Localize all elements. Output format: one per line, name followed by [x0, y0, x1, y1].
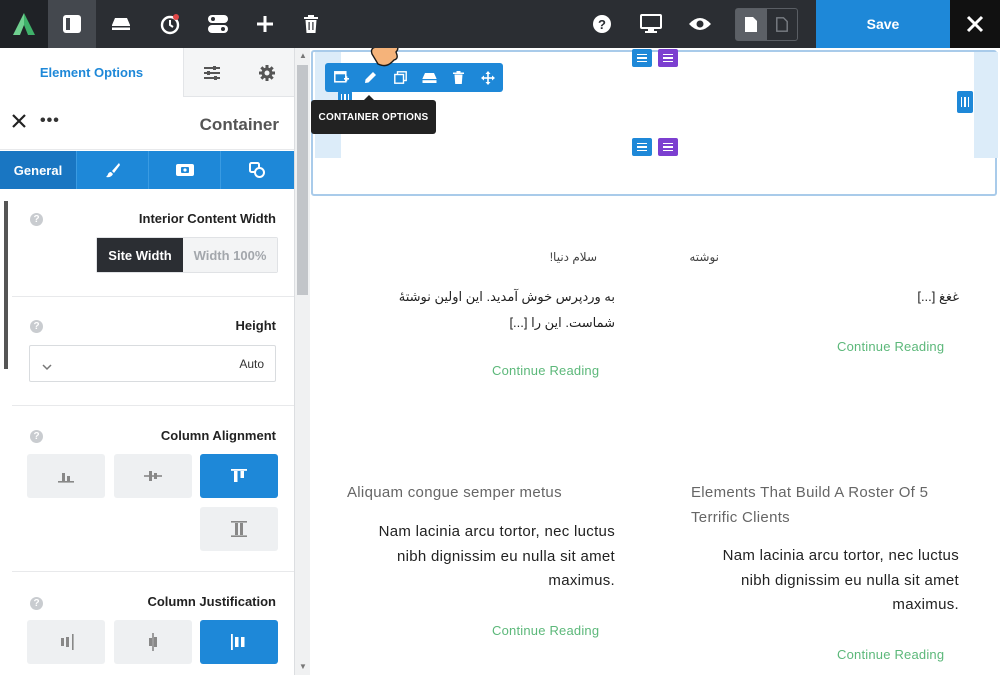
column-handle-icon[interactable]	[632, 138, 652, 156]
templates-icon[interactable]	[194, 0, 242, 48]
panel-scrollbar[interactable]: ▲ ▼	[294, 48, 310, 675]
continue-reading-link[interactable]: Continue Reading	[837, 339, 944, 354]
help-icon[interactable]: ?	[30, 430, 43, 443]
interior-content-width-option: ? Interior Content Width Site Width Widt…	[12, 189, 294, 297]
desktop-icon[interactable]	[627, 0, 675, 48]
post-excerpt: Nam lacinia arcu tortor, nec luctus nibh…	[378, 523, 615, 589]
breadcrumb: ••• Container	[0, 98, 294, 150]
gear-icon[interactable]	[239, 48, 294, 97]
align-stretch-button[interactable]	[200, 507, 278, 551]
top-toolbar: ? Save	[0, 0, 1000, 48]
row-handle-icon[interactable]	[658, 138, 678, 156]
container-options-tooltip: CONTAINER OPTIONS	[311, 100, 436, 134]
full-width-option[interactable]: Width 100%	[183, 238, 277, 272]
height-option: ? Height Auto	[12, 297, 294, 406]
more-options-icon[interactable]: •••	[40, 112, 60, 130]
tab-general[interactable]: General	[0, 151, 77, 189]
post-title[interactable]: Aliquam congue semper metus	[347, 480, 627, 505]
option-label: Height	[235, 318, 276, 333]
scroll-up-icon[interactable]: ▲	[298, 51, 308, 61]
history-icon[interactable]	[146, 0, 194, 48]
column-handle-icon[interactable]	[632, 49, 652, 67]
continue-reading-link[interactable]: Continue Reading	[837, 647, 944, 662]
post-title[interactable]: سلام دنیا!	[347, 250, 597, 264]
continue-reading-link[interactable]: Continue Reading	[492, 363, 599, 378]
extras-icon[interactable]	[221, 151, 293, 189]
align-bottom-button[interactable]	[27, 454, 105, 498]
chevron-down-icon	[42, 358, 52, 376]
close-panel-icon[interactable]	[12, 114, 26, 133]
page-outline-icon[interactable]	[767, 9, 798, 40]
scroll-indicator	[4, 201, 8, 369]
sliders-icon[interactable]	[184, 48, 239, 97]
page-canvas: CONTAINER OPTIONS سلام دنیا! به وردپرس خ…	[311, 48, 1000, 675]
post-excerpt: غغغ [...]	[917, 289, 959, 304]
width-toggle: Site Width Width 100%	[96, 237, 278, 273]
align-top-button[interactable]	[200, 454, 278, 498]
page-view-toggle	[735, 8, 798, 41]
option-label: Interior Content Width	[138, 211, 276, 226]
move-drag-icon[interactable]	[474, 63, 503, 92]
height-value: Auto	[239, 357, 264, 371]
container-toolbar	[325, 63, 503, 92]
scroll-thumb[interactable]	[297, 65, 308, 295]
trash-icon[interactable]	[287, 0, 335, 48]
justify-end-button[interactable]	[27, 620, 105, 664]
column-placeholder	[974, 52, 998, 158]
justify-center-button[interactable]	[114, 620, 192, 664]
add-icon[interactable]	[241, 0, 289, 48]
help-icon[interactable]: ?	[30, 320, 43, 333]
column-resize-icon[interactable]	[957, 91, 973, 113]
hand-pointer-icon	[366, 48, 408, 77]
close-icon[interactable]	[950, 0, 1000, 48]
option-label: Column Justification	[147, 594, 276, 609]
options-panel: Element Options ••• Container General ?	[0, 48, 294, 675]
option-label: Column Alignment	[160, 428, 276, 443]
justify-start-button[interactable]	[200, 620, 278, 664]
height-select[interactable]: Auto	[29, 345, 276, 382]
site-width-option[interactable]: Site Width	[97, 238, 183, 272]
save-button[interactable]: Save	[816, 0, 950, 48]
help-icon[interactable]: ?	[578, 0, 626, 48]
element-title: Container	[199, 115, 279, 134]
brush-icon[interactable]	[77, 151, 149, 189]
help-icon[interactable]: ?	[30, 597, 43, 610]
align-center-button[interactable]	[114, 454, 192, 498]
page-icon[interactable]	[736, 9, 767, 40]
post-title[interactable]: نوشته	[647, 250, 719, 264]
continue-reading-link[interactable]: Continue Reading	[492, 623, 599, 638]
post-excerpt: به وردپرس خوش آمدید. این اولین نوشتهٔ شم…	[398, 289, 615, 330]
scroll-down-icon[interactable]: ▼	[298, 662, 308, 672]
column-justification-option: ? Column Justification	[12, 572, 294, 675]
tab-element-options[interactable]: Element Options	[0, 48, 184, 97]
add-column-icon[interactable]	[327, 63, 356, 92]
post-excerpt: Nam lacinia arcu tortor, nec luctus nibh…	[722, 547, 959, 613]
panel-tabs: Element Options	[0, 48, 294, 97]
eye-icon[interactable]	[676, 0, 724, 48]
row-handle-icon[interactable]	[658, 49, 678, 67]
background-image-icon[interactable]	[149, 151, 221, 189]
layout-icon[interactable]	[48, 0, 96, 48]
post-title[interactable]: Elements That Build A Roster Of 5 Terrif…	[691, 480, 956, 530]
svg-text:?: ?	[598, 17, 606, 32]
option-subtabs: General	[0, 151, 294, 189]
options-list: ? Interior Content Width Site Width Widt…	[0, 189, 294, 675]
sections-icon[interactable]	[97, 0, 145, 48]
save-element-icon[interactable]	[415, 63, 444, 92]
column-alignment-option: ? Column Alignment	[12, 406, 294, 572]
delete-icon[interactable]	[444, 63, 473, 92]
help-icon[interactable]: ?	[30, 213, 43, 226]
brand-logo-icon[interactable]	[0, 0, 48, 48]
